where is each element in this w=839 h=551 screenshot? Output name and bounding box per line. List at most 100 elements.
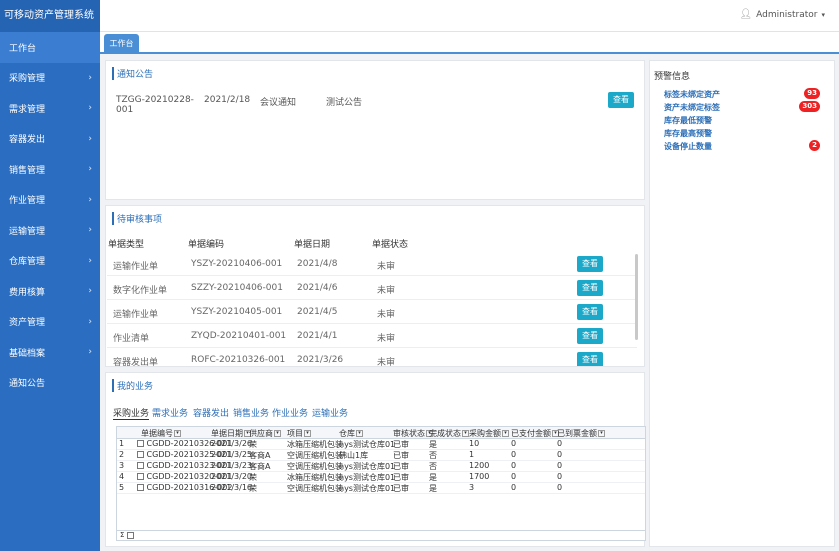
row-number: 3	[119, 461, 124, 470]
notice-title: 通知公告	[112, 67, 153, 80]
mybiz-tab[interactable]: 需求业务	[152, 406, 188, 419]
warning-title: 预警信息	[654, 72, 691, 82]
footer-checkbox[interactable]	[126, 531, 134, 539]
notice-view-button[interactable]: 查看	[608, 92, 634, 108]
pending-title: 待审核事项	[112, 212, 162, 225]
sidebar-nav: 工作台 采购管理 › 需求管理 › 容器发出 › 销售管理 › 作业管理 › 运输管理 › 仓库管理 › 费用…	[0, 32, 100, 398]
grid-cell-text: 1700	[469, 472, 490, 481]
sidebar-item-0[interactable]: 工作台	[0, 32, 100, 63]
grid-cell: 空调压缩机包装	[287, 483, 343, 494]
filter-icon[interactable]: ▾	[502, 430, 509, 437]
pending-type: 数字化作业单	[113, 286, 168, 296]
filter-icon[interactable]: ▾	[598, 430, 605, 437]
grid-column-header: 已到票金额 ▾	[557, 428, 605, 439]
grid-cell-text: hys测试仓库01	[339, 484, 396, 493]
warning-item[interactable]: 库存最低预警	[664, 115, 712, 126]
sidebar-item-7[interactable]: 仓库管理 ›	[0, 246, 100, 277]
pending-view-button[interactable]: 查看	[577, 328, 603, 344]
sidebar-item-5[interactable]: 作业管理 ›	[0, 185, 100, 216]
pending-row[interactable]: 运输作业单 YSZY-20210405-001 2021/4/5 未审 查看	[107, 301, 637, 324]
row-checkbox[interactable]	[137, 473, 144, 480]
sidebar-item-10[interactable]: 基础档案 ›	[0, 337, 100, 368]
sidebar-item-1[interactable]: 采购管理 ›	[0, 63, 100, 94]
pending-date: 2021/4/5	[297, 307, 338, 317]
user-menu[interactable]: 👤︎ Administrator ▾	[739, 9, 825, 20]
filter-icon[interactable]: ▾	[304, 430, 311, 437]
pending-row[interactable]: 容器发出单 ROFC-20210326-001 2021/3/26 未审 查看	[107, 349, 637, 366]
pending-view-button[interactable]: 查看	[577, 280, 603, 296]
pending-view-button[interactable]: 查看	[577, 304, 603, 320]
grid-cell: 已审	[393, 472, 409, 483]
notice-code: TZGG-20210228-001	[116, 95, 194, 115]
warning-item[interactable]: 库存最高预警	[664, 128, 712, 139]
grid-cell: 0	[511, 483, 516, 492]
pending-row[interactable]: 运输作业单 YSZY-20210406-001 2021/4/8 未审 查看	[107, 253, 637, 276]
warning-item[interactable]: 资产未绑定标签	[664, 102, 720, 113]
grid-header-label: 完成状态	[429, 429, 461, 438]
warning-item[interactable]: 标签未绑定资产	[664, 89, 720, 100]
grid-cell-text: 3	[469, 483, 475, 492]
sidebar-item-4[interactable]: 销售管理 ›	[0, 154, 100, 185]
notice-row[interactable]: TZGG-20210228-001 2021/2/18 会议通知 测试公告	[116, 95, 386, 115]
grid-column-header: 单据日期 ▾	[211, 428, 251, 439]
table-row[interactable]: 4 CGDD-20210320-001 2021/3/20 荣冰箱压缩机包装 hys测…	[117, 472, 645, 483]
grid-cell-text: 1	[119, 439, 125, 448]
grid-body: 1 CGDD-20210326-001 2021/3/26 荣冰箱压缩机包装 hys测…	[117, 439, 645, 494]
grid-cell: 2021/3/25	[211, 450, 252, 459]
mybiz-tab[interactable]: 销售业务	[233, 406, 269, 419]
pending-view-button[interactable]: 查看	[577, 352, 603, 366]
warning-count-badge: 303	[799, 101, 820, 112]
chevron-right-icon: ›	[88, 194, 92, 205]
grid-cell-text: 0	[557, 439, 563, 448]
sidebar-item-3[interactable]: 容器发出 ›	[0, 124, 100, 155]
grid-column-header: 审核状态 ▾	[393, 428, 433, 439]
sidebar-item-2[interactable]: 需求管理 ›	[0, 93, 100, 124]
table-row[interactable]: 1 CGDD-20210326-001 2021/3/26 荣冰箱压缩机包装 hys测…	[117, 439, 645, 450]
mybiz-tab[interactable]: 采购业务	[113, 406, 150, 420]
grid-cell: 0	[511, 472, 516, 481]
sidebar-item-11[interactable]: 通知公告	[0, 368, 100, 399]
sidebar-item-8[interactable]: 费用核算 ›	[0, 276, 100, 307]
pending-view-button[interactable]: 查看	[577, 256, 603, 272]
tab-workbench[interactable]: 工作台	[104, 34, 139, 54]
mybiz-tab[interactable]: 运输业务	[312, 406, 348, 419]
row-checkbox[interactable]	[137, 462, 144, 469]
pending-status: 未审	[377, 334, 396, 344]
row-checkbox[interactable]	[137, 484, 144, 491]
pending-date: 2021/3/26	[297, 355, 344, 365]
row-checkbox[interactable]	[137, 451, 144, 458]
filter-icon[interactable]: ▾	[356, 430, 363, 437]
grid-column-header: 采购金额 ▾	[469, 428, 509, 439]
grid-cell: 佛山1库	[339, 450, 368, 461]
mybiz-tab[interactable]: 容器发出	[193, 406, 229, 419]
grid-cell-text: hys测试仓库01	[339, 462, 396, 471]
grid-cell: hys测试仓库01	[339, 483, 395, 494]
sidebar-item-label: 作业管理	[9, 196, 46, 207]
pending-scrollbar[interactable]	[635, 254, 638, 340]
row-checkbox[interactable]	[137, 440, 144, 447]
pending-column-header: 单据日期	[294, 240, 331, 250]
grid-cell: 否	[429, 461, 437, 472]
caret-down-icon: ▾	[821, 10, 825, 19]
grid-header: 单据编号 ▾ 单据日期 ▾ 供应商 ▾ 项目 ▾ 仓库 ▾ 审核状态 ▾ 完成状态 ▾ 采购金额 ▾ 已支付金额…	[117, 427, 645, 439]
filter-icon[interactable]: ▾	[174, 430, 181, 437]
sidebar-item-9[interactable]: 资产管理 ›	[0, 307, 100, 338]
table-row[interactable]: 5 CGDD-20210316-002 2021/3/16 荣空调压缩机包装 hys测…	[117, 483, 645, 494]
warning-item[interactable]: 设备停止数量	[664, 141, 712, 152]
filter-icon[interactable]: ▾	[274, 430, 281, 437]
pending-row[interactable]: 作业清单 ZYQD-20210401-001 2021/4/1 未审 查看	[107, 325, 637, 348]
grid-cell-text: 0	[511, 461, 517, 470]
pending-row[interactable]: 数字化作业单 SZZY-20210406-001 2021/4/6 未审 查看	[107, 277, 637, 300]
grid-cell-text: 已审	[393, 462, 409, 471]
mybiz-tab[interactable]: 作业业务	[272, 406, 308, 419]
grid-column-header: 完成状态 ▾	[429, 428, 469, 439]
grid-cell: hys测试仓库01	[339, 472, 395, 483]
table-row[interactable]: 3 CGDD-20210323-001 2021/3/23 客商A 空调压缩机包装 hy…	[117, 461, 645, 472]
table-row[interactable]: 2 CGDD-20210325-001 2021/3/25 客商A 空调压缩机包装 佛山…	[117, 450, 645, 461]
grid-cell-text: 0	[511, 483, 517, 492]
grid-cell-text: 空调压缩机包装	[287, 462, 343, 471]
grid-cell: 2021/3/26	[211, 439, 252, 448]
filter-icon[interactable]: ▾	[462, 430, 469, 437]
mybiz-title: 我的业务	[112, 379, 153, 392]
sidebar-item-6[interactable]: 运输管理 ›	[0, 215, 100, 246]
